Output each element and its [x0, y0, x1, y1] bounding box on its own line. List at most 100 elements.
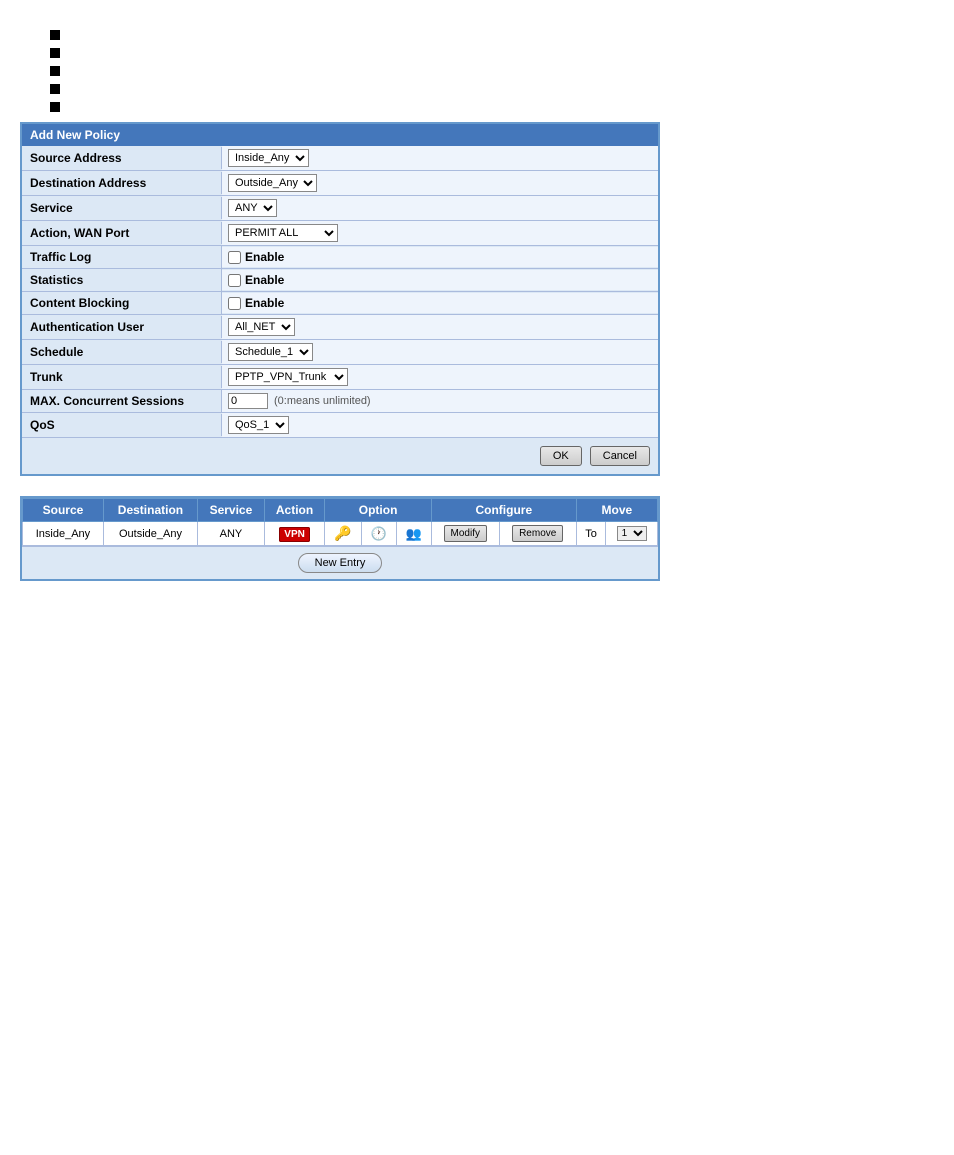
row-configure-remove: Remove: [499, 522, 576, 546]
row-move-to: To: [576, 522, 606, 546]
row-option-2: 🕐: [361, 522, 396, 546]
content-blocking-check-text: Enable: [245, 296, 284, 310]
schedule-label: Schedule: [22, 341, 222, 363]
max-sessions-input[interactable]: [228, 393, 268, 409]
bullet-item-2: [50, 48, 934, 58]
traffic-log-row: Traffic Log Enable: [22, 246, 658, 269]
auth-user-label: Authentication User: [22, 316, 222, 338]
action-wan-row: Action, WAN Port PERMIT ALL: [22, 221, 658, 246]
auth-user-select[interactable]: All_NET: [228, 318, 295, 336]
trunk-label: Trunk: [22, 366, 222, 388]
qos-select[interactable]: QoS_1: [228, 416, 289, 434]
service-select[interactable]: ANY: [228, 199, 277, 217]
bullet-list: [50, 30, 934, 112]
bullet-item-1: [50, 30, 934, 40]
form-title: Add New Policy: [22, 124, 658, 146]
form-buttons: OK Cancel: [22, 438, 658, 474]
trunk-select[interactable]: PPTP_VPN_Trunk: [228, 368, 348, 386]
statistics-row: Statistics Enable: [22, 269, 658, 292]
source-address-label: Source Address: [22, 147, 222, 169]
schedule-select[interactable]: Schedule_1: [228, 343, 313, 361]
content-blocking-checkbox[interactable]: [228, 297, 241, 310]
user-group-icon[interactable]: 👥: [406, 526, 422, 541]
max-sessions-hint: (0:means unlimited): [274, 395, 371, 407]
new-entry-button[interactable]: New Entry: [298, 553, 383, 573]
traffic-log-checkbox[interactable]: [228, 251, 241, 264]
content-blocking-value: Enable: [222, 293, 658, 313]
traffic-log-label: Traffic Log: [22, 246, 222, 268]
auth-user-row: Authentication User All_NET: [22, 315, 658, 340]
source-address-row: Source Address Inside_Any: [22, 146, 658, 171]
move-to-label: To: [585, 528, 597, 540]
remove-button[interactable]: Remove: [512, 525, 563, 542]
add-new-policy-form: Add New Policy Source Address Inside_Any…: [20, 122, 660, 476]
max-sessions-label: MAX. Concurrent Sessions: [22, 390, 222, 412]
row-option-1: 🔑: [325, 522, 362, 546]
row-action: VPN: [264, 522, 324, 546]
header-service: Service: [198, 499, 265, 522]
service-value: ANY: [222, 196, 658, 220]
header-configure: Configure: [431, 499, 576, 522]
policy-table-container: Source Destination Service Action Option…: [20, 496, 660, 581]
key-icon[interactable]: 🔑: [334, 525, 351, 541]
destination-address-row: Destination Address Outside_Any: [22, 171, 658, 196]
header-destination: Destination: [103, 499, 197, 522]
action-wan-label: Action, WAN Port: [22, 222, 222, 244]
trunk-value: PPTP_VPN_Trunk: [222, 365, 658, 389]
qos-value: QoS_1: [222, 413, 658, 437]
auth-user-value: All_NET: [222, 315, 658, 339]
traffic-log-value: Enable: [222, 247, 658, 267]
content-blocking-checkbox-label[interactable]: Enable: [228, 296, 284, 310]
header-option: Option: [325, 499, 432, 522]
clock-icon[interactable]: 🕐: [371, 526, 387, 541]
bullet-square-3: [50, 66, 60, 76]
bullet-square-1: [50, 30, 60, 40]
header-source: Source: [23, 499, 104, 522]
header-action: Action: [264, 499, 324, 522]
bullet-item-3: [50, 66, 934, 76]
qos-label: QoS: [22, 414, 222, 436]
action-wan-select[interactable]: PERMIT ALL: [228, 224, 338, 242]
max-sessions-value: (0:means unlimited): [222, 390, 658, 412]
destination-address-value: Outside_Any: [222, 171, 658, 195]
vpn-action-badge: VPN: [279, 527, 310, 542]
service-row: Service ANY: [22, 196, 658, 221]
content-blocking-row: Content Blocking Enable: [22, 292, 658, 315]
row-source: Inside_Any: [23, 522, 104, 546]
qos-row: QoS QoS_1: [22, 413, 658, 438]
max-sessions-row: MAX. Concurrent Sessions (0:means unlimi…: [22, 390, 658, 413]
statistics-checkbox-label[interactable]: Enable: [228, 273, 284, 287]
cancel-button[interactable]: Cancel: [590, 446, 650, 466]
row-destination: Outside_Any: [103, 522, 197, 546]
source-address-select[interactable]: Inside_Any: [228, 149, 309, 167]
new-entry-bar: New Entry: [22, 546, 658, 579]
statistics-check-text: Enable: [245, 273, 284, 287]
schedule-value: Schedule_1: [222, 340, 658, 364]
service-label: Service: [22, 197, 222, 219]
content-blocking-label: Content Blocking: [22, 292, 222, 314]
row-configure-modify: Modify: [431, 522, 499, 546]
bullet-item-5: [50, 102, 934, 112]
traffic-log-checkbox-label[interactable]: Enable: [228, 250, 284, 264]
policy-table: Source Destination Service Action Option…: [22, 498, 658, 546]
schedule-row: Schedule Schedule_1: [22, 340, 658, 365]
statistics-label: Statistics: [22, 269, 222, 291]
bullet-square-5: [50, 102, 60, 112]
row-service: ANY: [198, 522, 265, 546]
header-move: Move: [576, 499, 657, 522]
row-option-3: 👥: [396, 522, 431, 546]
row-move-value: 1: [606, 522, 658, 546]
ok-button[interactable]: OK: [540, 446, 582, 466]
bullet-square-2: [50, 48, 60, 58]
action-wan-value: PERMIT ALL: [222, 221, 658, 245]
bullet-item-4: [50, 84, 934, 94]
source-address-value: Inside_Any: [222, 146, 658, 170]
modify-button[interactable]: Modify: [444, 525, 487, 542]
destination-address-label: Destination Address: [22, 172, 222, 194]
traffic-log-check-text: Enable: [245, 250, 284, 264]
destination-address-select[interactable]: Outside_Any: [228, 174, 317, 192]
move-value-select[interactable]: 1: [617, 526, 647, 541]
statistics-checkbox[interactable]: [228, 274, 241, 287]
table-row: Inside_Any Outside_Any ANY VPN 🔑 🕐: [23, 522, 658, 546]
statistics-value: Enable: [222, 270, 658, 290]
